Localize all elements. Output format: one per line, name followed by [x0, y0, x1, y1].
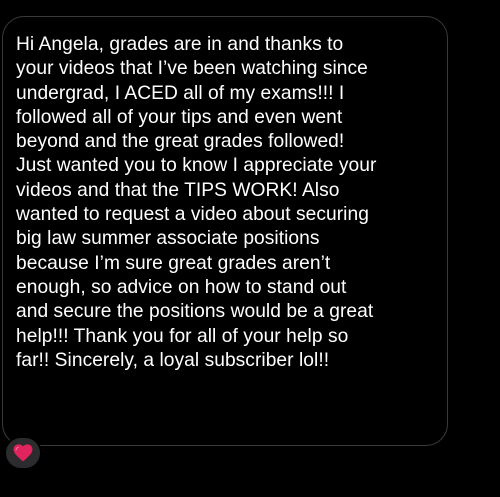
message-line: videos and that the TIPS WORK! Also	[16, 179, 340, 201]
message-line: Hi Angela, grades are in and thanks to	[16, 34, 344, 55]
message-line: Just wanted you to know I appreciate you…	[16, 155, 377, 177]
message-line: beyond and the great grades followed!	[16, 131, 345, 153]
message-line: and secure the positions would be a grea…	[16, 301, 374, 323]
chat-screen: Hi Angela, grades are in and thanks to y…	[0, 0, 500, 497]
message-line: your videos that I’ve been watching sinc…	[16, 58, 368, 80]
message-line: help!!! Thank you for all of your help s…	[16, 325, 349, 347]
message-line: big law summer associate positions	[16, 228, 320, 250]
message-line: followed all of your tips and even went	[16, 106, 343, 128]
message-line: undergrad, I ACED all of my exams!!! I	[16, 82, 345, 104]
message-line: far!! Sincerely, a loyal subscriber lol!…	[16, 349, 330, 371]
red-heart-icon	[13, 444, 33, 462]
message-text: Hi Angela, grades are in and thanks to y…	[16, 33, 440, 373]
message-line: wanted to request a video about securing	[16, 204, 369, 226]
message-line: enough, so advice on how to stand out	[16, 276, 347, 298]
message-line: because I’m sure great grades aren’t	[16, 252, 331, 274]
heart-reaction-badge[interactable]	[4, 436, 42, 470]
